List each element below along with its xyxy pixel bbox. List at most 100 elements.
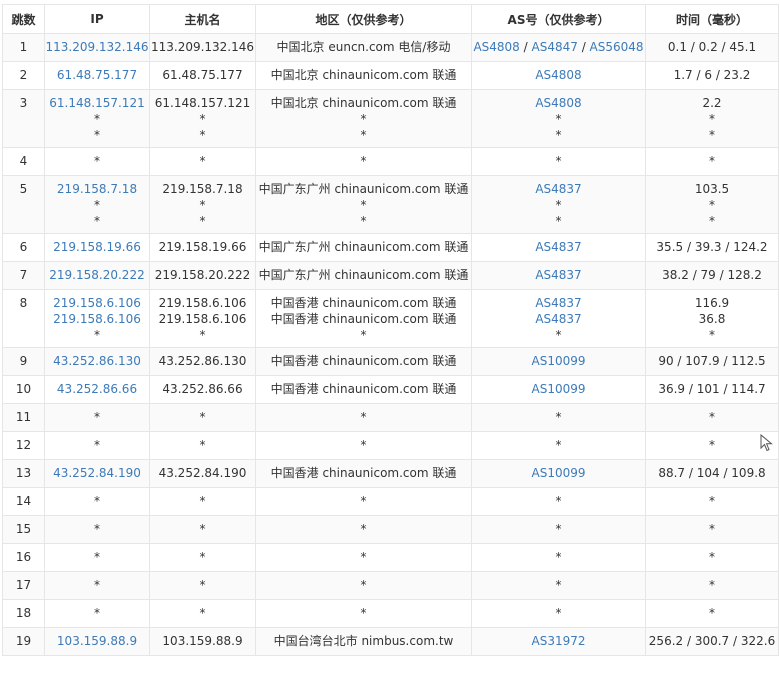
region-cell: * xyxy=(255,543,472,572)
table-row: 15 * * * * * xyxy=(2,515,779,544)
hop-number: 10 xyxy=(15,382,32,396)
as-link[interactable]: AS10099 xyxy=(532,466,586,480)
region-cell: * xyxy=(255,571,472,600)
as-link[interactable]: AS4808 xyxy=(473,40,519,54)
hop-cell: 2 xyxy=(2,61,45,90)
as-link[interactable]: AS4847 xyxy=(532,40,578,54)
ip-link[interactable]: 43.252.86.130 xyxy=(45,353,149,369)
hop-cell: 11 xyxy=(2,403,45,432)
as-line: * xyxy=(472,437,645,453)
time-cell: 36.9 / 101 / 114.7 xyxy=(645,375,779,404)
as-cell: * xyxy=(471,543,646,572)
as-line: * xyxy=(472,327,645,343)
ip-link[interactable]: 219.158.6.106 xyxy=(45,311,149,327)
hop-cell: 8 xyxy=(2,289,45,348)
ip-value: * xyxy=(94,112,100,126)
ip-link[interactable]: 103.159.88.9 xyxy=(45,633,149,649)
region-value: * xyxy=(360,328,367,342)
host-cell: 219.158.7.18 * * xyxy=(149,175,256,234)
time-cell: * xyxy=(645,403,779,432)
table-row: 14 * * * * * xyxy=(2,487,779,516)
as-link[interactable]: AS4837 xyxy=(535,240,581,254)
as-line: * xyxy=(472,409,645,425)
ip-link[interactable]: 43.252.84.190 xyxy=(45,465,149,481)
as-value: * xyxy=(555,198,562,212)
ip-link[interactable]: 219.158.19.66 xyxy=(45,239,149,255)
header-region: 地区（仅供参考） xyxy=(255,4,472,34)
ip-link[interactable]: 219.158.20.222 xyxy=(45,267,149,283)
hop-number: 3 xyxy=(19,96,28,110)
host-value: * xyxy=(199,550,206,564)
as-value: * xyxy=(555,550,562,564)
host-value: 61.48.75.177 xyxy=(162,68,243,82)
ip-value: * xyxy=(94,410,100,424)
time-value: * xyxy=(709,550,715,564)
traceroute-table: 跳数 IP 主机名 地区（仅供参考） AS号（仅供参考） 时间（毫秒） 1 113… xyxy=(2,4,779,656)
region-value: * xyxy=(360,128,367,142)
time-cell: 256.2 / 300.7 / 322.6 xyxy=(645,627,779,656)
as-cell: * xyxy=(471,147,646,176)
ip-cell: 103.159.88.9 xyxy=(44,627,150,656)
hop-cell: 6 xyxy=(2,233,45,262)
as-link[interactable]: AS56048 xyxy=(590,40,644,54)
host-cell: 113.209.132.146 xyxy=(149,33,256,62)
hop-number: 1 xyxy=(19,40,28,54)
time-cell: 0.1 / 0.2 / 45.1 xyxy=(645,33,779,62)
header-hop: 跳数 xyxy=(2,4,45,34)
region-cell: * xyxy=(255,403,472,432)
host-cell: * xyxy=(149,515,256,544)
time-value: * xyxy=(709,578,715,592)
hop-number: 16 xyxy=(15,550,32,564)
as-link[interactable]: AS10099 xyxy=(532,382,586,396)
as-line: AS31972 xyxy=(472,633,645,649)
hop-number: 8 xyxy=(19,296,28,310)
ip-link[interactable]: 61.48.75.177 xyxy=(45,67,149,83)
host-cell: * xyxy=(149,403,256,432)
region-cell: * xyxy=(255,431,472,460)
as-link[interactable]: AS4837 xyxy=(535,182,581,196)
ip-link[interactable]: 219.158.7.18 xyxy=(45,181,149,197)
host-value: * xyxy=(199,438,206,452)
host-value: * xyxy=(199,578,206,592)
hop-number: 6 xyxy=(19,240,28,254)
as-line: * xyxy=(472,197,645,213)
host-cell: * xyxy=(149,147,256,176)
header-ip: IP xyxy=(44,4,150,34)
table-row: 6 219.158.19.66 219.158.19.66 中国广东广州 chinau… xyxy=(2,233,779,262)
host-value: * xyxy=(199,128,206,142)
as-link[interactable]: AS10099 xyxy=(532,354,586,368)
as-link[interactable]: AS4837 xyxy=(535,312,581,326)
as-line: AS10099 xyxy=(472,465,645,481)
hop-cell: 16 xyxy=(2,543,45,572)
time-cell: 2.2 * * xyxy=(645,89,779,148)
region-value: 中国香港 chinaunicom.com 联通 xyxy=(270,354,457,368)
host-value: 219.158.6.106 xyxy=(158,312,247,326)
as-link[interactable]: AS4837 xyxy=(535,296,581,310)
region-value: 中国香港 chinaunicom.com 联通 xyxy=(270,466,457,480)
as-line: * xyxy=(472,549,645,565)
mouse-pointer-icon xyxy=(760,434,773,452)
region-cell: 中国广东广州 chinaunicom.com 联通 xyxy=(255,233,472,262)
as-link[interactable]: AS31972 xyxy=(532,634,586,648)
time-cell: * xyxy=(645,487,779,516)
hop-cell: 15 xyxy=(2,515,45,544)
ip-link[interactable]: 43.252.86.66 xyxy=(45,381,149,397)
region-cell: 中国广东广州 chinaunicom.com 联通 xyxy=(255,261,472,290)
ip-value: * xyxy=(94,128,100,142)
ip-link[interactable]: 219.158.6.106 xyxy=(45,295,149,311)
ip-value: * xyxy=(94,606,100,620)
as-line: AS4837 xyxy=(472,311,645,327)
ip-link[interactable]: 61.148.157.121 xyxy=(45,95,149,111)
ip-cell: 61.148.157.121 * * xyxy=(44,89,150,148)
host-value: 43.252.86.66 xyxy=(162,382,243,396)
host-cell: 43.252.86.130 xyxy=(149,347,256,376)
time-value: * xyxy=(709,438,715,452)
as-cell: AS10099 xyxy=(471,347,646,376)
time-cell: 35.5 / 39.3 / 124.2 xyxy=(645,233,779,262)
as-link[interactable]: AS4808 xyxy=(535,96,581,110)
ip-link[interactable]: 113.209.132.146 xyxy=(45,39,149,55)
header-as: AS号（仅供参考） xyxy=(471,4,646,34)
ip-cell: * xyxy=(44,543,150,572)
as-link[interactable]: AS4808 xyxy=(535,68,581,82)
as-link[interactable]: AS4837 xyxy=(535,268,581,282)
